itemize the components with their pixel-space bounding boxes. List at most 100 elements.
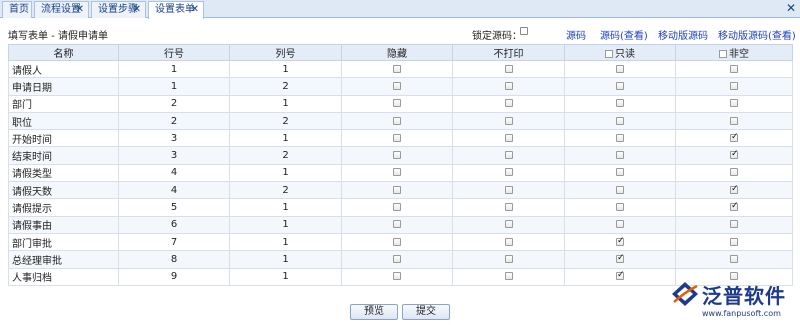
- hide-cell: [341, 129, 453, 148]
- required-checkbox[interactable]: [730, 237, 738, 246]
- readonly-cell: [564, 181, 676, 200]
- readonly-checkbox[interactable]: [616, 236, 625, 246]
- readonly-checkbox[interactable]: [616, 151, 624, 160]
- hide-checkbox[interactable]: [393, 99, 401, 108]
- tab-home[interactable]: 首页: [2, 1, 32, 18]
- noprint-checkbox[interactable]: [504, 185, 513, 194]
- column-header-row: 行号: [118, 44, 230, 61]
- mobile-source-view-link[interactable]: 移动版源码(查看): [718, 27, 796, 42]
- column-number-cell: 1: [229, 163, 342, 183]
- tab-process-settings[interactable]: 流程设置 ✕: [34, 1, 89, 18]
- source-view-link[interactable]: 源码(查看): [600, 27, 648, 42]
- readonly-checkbox[interactable]: [616, 185, 624, 194]
- tab-step-settings[interactable]: 设置步骤 ✕: [91, 1, 146, 18]
- submit-button[interactable]: 提交: [402, 304, 450, 320]
- noprint-checkbox[interactable]: [504, 64, 513, 73]
- required-checkbox[interactable]: [730, 116, 738, 125]
- close-icon[interactable]: ✕: [76, 2, 84, 17]
- readonly-cell: [564, 59, 676, 79]
- readonly-checkbox[interactable]: [616, 64, 624, 73]
- source-link[interactable]: 源码: [566, 27, 586, 42]
- required-checkbox[interactable]: [730, 220, 738, 229]
- required-checkbox[interactable]: [730, 64, 738, 73]
- table-row: 请假人 1 1: [8, 59, 793, 79]
- preview-button[interactable]: 预览: [350, 304, 398, 320]
- hide-checkbox[interactable]: [393, 81, 401, 90]
- page-title: 填写表单 - 请假申请单: [8, 31, 108, 42]
- noprint-checkbox[interactable]: [504, 133, 513, 142]
- hide-checkbox[interactable]: [393, 272, 401, 281]
- tab-label: 首页: [9, 4, 29, 15]
- window-close-icon[interactable]: ✕: [786, 0, 796, 17]
- readonly-cell: [564, 250, 676, 269]
- required-checkbox[interactable]: [730, 184, 739, 194]
- field-name-cell: 请假事由: [8, 215, 119, 234]
- lock-source-checkbox[interactable]: [520, 27, 528, 35]
- readonly-checkbox[interactable]: [616, 133, 624, 142]
- readonly-checkbox[interactable]: [616, 253, 625, 263]
- table-row: 结束时间 3 2: [8, 146, 793, 165]
- noprint-checkbox[interactable]: [504, 99, 513, 108]
- close-icon[interactable]: ✕: [191, 2, 199, 17]
- hide-checkbox[interactable]: [393, 254, 401, 263]
- required-checkbox[interactable]: [730, 201, 739, 212]
- column-header-readonly-label: 只读: [615, 49, 635, 60]
- noprint-checkbox[interactable]: [504, 237, 513, 246]
- row-number-cell: 6: [118, 215, 230, 234]
- noprint-checkbox[interactable]: [504, 151, 513, 160]
- noprint-checkbox[interactable]: [504, 220, 513, 229]
- required-checkbox[interactable]: [730, 149, 739, 160]
- readonly-checkbox[interactable]: [616, 99, 624, 108]
- hide-checkbox[interactable]: [393, 151, 401, 160]
- hide-checkbox[interactable]: [393, 237, 401, 246]
- table-row: 请假天数 4 2: [8, 181, 793, 200]
- required-select-all-checkbox[interactable]: [719, 50, 727, 58]
- readonly-cell: [564, 163, 676, 183]
- readonly-select-all-checkbox[interactable]: [605, 50, 613, 58]
- hide-checkbox[interactable]: [393, 64, 401, 73]
- hide-checkbox[interactable]: [393, 185, 401, 194]
- tab-form-settings[interactable]: 设置表单 ✕: [148, 1, 204, 19]
- readonly-checkbox[interactable]: [616, 81, 624, 90]
- hide-checkbox[interactable]: [393, 203, 401, 212]
- required-checkbox[interactable]: [730, 254, 738, 263]
- required-checkbox[interactable]: [730, 132, 739, 142]
- noprint-checkbox[interactable]: [504, 272, 513, 281]
- readonly-cell: [564, 94, 676, 113]
- noprint-checkbox[interactable]: [504, 81, 513, 90]
- readonly-checkbox[interactable]: [616, 270, 625, 281]
- row-number-cell: 1: [118, 59, 230, 79]
- noprint-cell: [452, 181, 565, 200]
- hide-checkbox[interactable]: [393, 168, 401, 177]
- close-icon[interactable]: ✕: [133, 2, 141, 17]
- field-name-cell: 部门审批: [8, 232, 119, 252]
- noprint-checkbox[interactable]: [504, 168, 513, 177]
- noprint-checkbox[interactable]: [504, 254, 513, 263]
- readonly-checkbox[interactable]: [616, 203, 624, 212]
- row-number-cell: 4: [118, 181, 230, 200]
- hide-checkbox[interactable]: [393, 220, 401, 229]
- noprint-cell: [452, 232, 565, 252]
- hide-checkbox[interactable]: [393, 133, 401, 142]
- hide-cell: [341, 146, 453, 165]
- hide-cell: [341, 232, 453, 252]
- field-name-cell: 总经理审批: [8, 250, 119, 269]
- noprint-cell: [452, 250, 565, 269]
- column-header-noprint: 不打印: [452, 44, 565, 61]
- tab-bar: 首页 流程设置 ✕ 设置步骤 ✕ 设置表单 ✕ ✕: [0, 0, 800, 19]
- required-cell: [675, 94, 793, 113]
- required-checkbox[interactable]: [730, 99, 738, 108]
- hide-cell: [341, 267, 453, 286]
- hide-checkbox[interactable]: [393, 116, 401, 125]
- hide-cell: [341, 111, 453, 131]
- mobile-source-link[interactable]: 移动版源码: [658, 27, 708, 42]
- required-checkbox[interactable]: [730, 168, 738, 177]
- readonly-checkbox[interactable]: [616, 168, 624, 177]
- noprint-checkbox[interactable]: [504, 116, 513, 125]
- column-header-readonly: 只读: [564, 44, 676, 61]
- readonly-checkbox[interactable]: [616, 116, 624, 125]
- readonly-checkbox[interactable]: [616, 220, 624, 229]
- noprint-checkbox[interactable]: [504, 203, 513, 212]
- logo-icon: [672, 282, 698, 306]
- required-checkbox[interactable]: [730, 81, 738, 90]
